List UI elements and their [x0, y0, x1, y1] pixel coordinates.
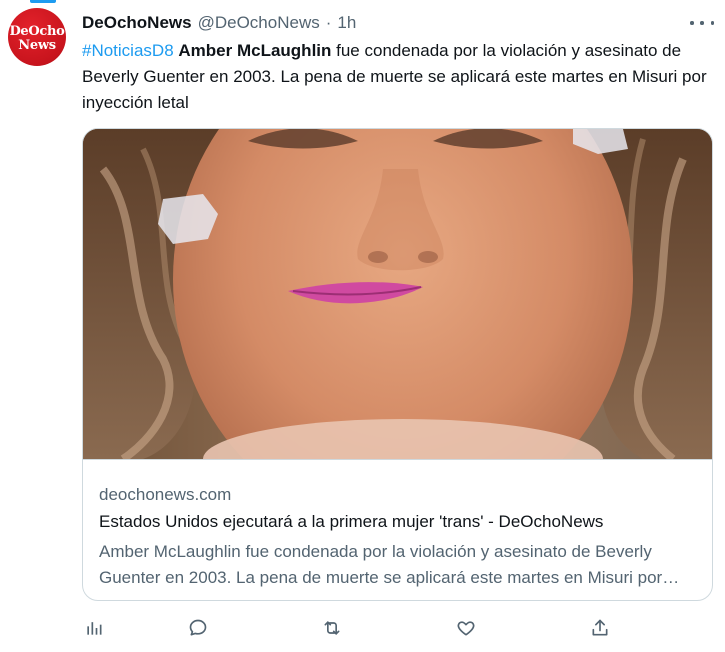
avatar-logo-line1: DeOcho: [9, 23, 65, 39]
retweet-arrows-icon[interactable]: [320, 616, 344, 640]
speech-bubble-icon[interactable]: [186, 616, 210, 640]
tweet-actions: [82, 616, 622, 640]
avatar[interactable]: DeOcho News: [8, 8, 66, 66]
timestamp[interactable]: 1h: [337, 13, 356, 33]
bold-name: Amber McLaughlin: [178, 41, 332, 60]
bar-chart-icon[interactable]: [82, 616, 106, 640]
tweet[interactable]: DeOcho News DeOchoNews @DeOchoNews · 1h …: [0, 0, 725, 652]
author-name[interactable]: DeOchoNews: [82, 13, 192, 33]
more-dot: [710, 21, 714, 25]
tweet-body: fue condenada por la violación y asesina…: [82, 41, 707, 112]
hashtag-link[interactable]: #NoticiasD8: [82, 41, 174, 60]
author-handle[interactable]: @DeOchoNews: [198, 13, 320, 33]
card-title: Estados Unidos ejecutará a la primera mu…: [99, 512, 604, 531]
card-domain: deochonews.com: [99, 485, 232, 504]
card-description: Amber McLaughlin fue condenada por la vi…: [99, 542, 663, 587]
portrait-photo: [83, 129, 712, 459]
link-preview-card[interactable]: deochonews.com Estados Unidos ejecutará …: [82, 128, 713, 601]
card-meta[interactable]: deochonews.com Estados Unidos ejecutará …: [83, 459, 712, 600]
tweet-header: DeOchoNews @DeOchoNews · 1h: [82, 12, 356, 34]
more-options-icon[interactable]: [690, 14, 714, 32]
tweet-text: #NoticiasD8 Amber McLaughlin fue condena…: [82, 38, 712, 116]
share-upload-icon[interactable]: [588, 616, 612, 640]
heart-icon[interactable]: [454, 616, 478, 640]
header-separator: ·: [325, 13, 332, 32]
more-dot: [690, 21, 694, 25]
more-dot: [700, 21, 704, 25]
avatar-logo-line2: News: [18, 37, 56, 53]
card-image[interactable]: [83, 129, 712, 459]
